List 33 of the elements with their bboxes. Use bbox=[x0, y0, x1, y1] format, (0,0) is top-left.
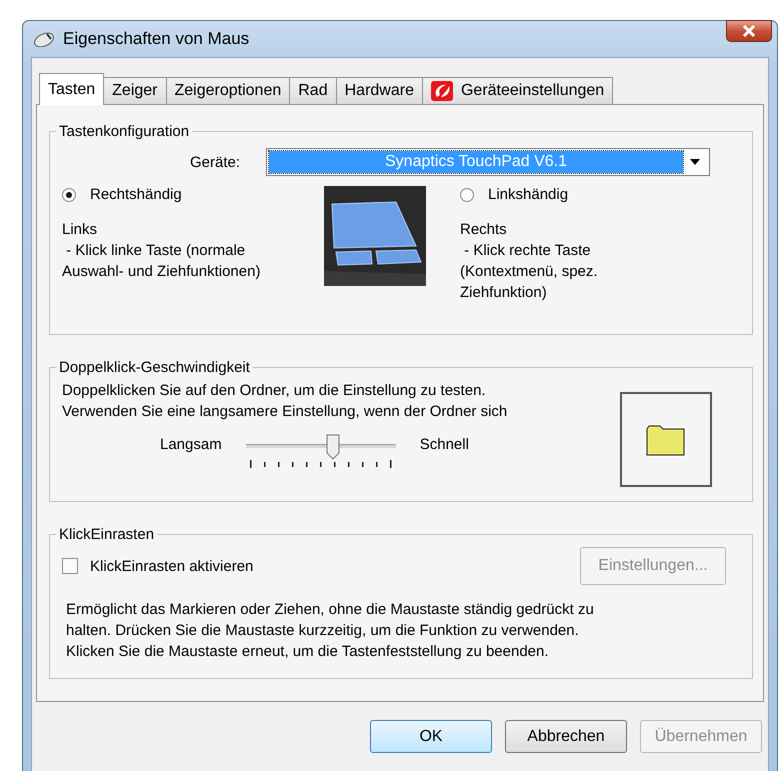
mouse-icon bbox=[33, 31, 55, 47]
window-title: Eigenschaften von Maus bbox=[63, 29, 250, 49]
radio-label: Linkshändig bbox=[488, 186, 568, 203]
radio-label: Rechtshändig bbox=[90, 186, 182, 203]
tab[interactable]: Geräteeinstellungen bbox=[422, 77, 614, 104]
dialog-button[interactable]: Abbrechen bbox=[505, 720, 627, 753]
close-button[interactable] bbox=[726, 20, 772, 42]
tab[interactable]: Zeiger bbox=[103, 77, 166, 104]
dialog-button[interactable]: OK bbox=[370, 720, 492, 753]
checkbox-label: KlickEinrasten aktivieren bbox=[90, 558, 254, 574]
swirl-icon bbox=[430, 81, 453, 101]
device-label: Geräte: bbox=[190, 154, 240, 170]
instruction-text: Doppelklicken Sie auf den Ordner, um die Einstellung zu testen. Verwenden Sie eine langsamere Einstellung, wenn der Ordner sich bbox=[62, 381, 508, 422]
group-title: Doppelklick-Geschwindigkeit bbox=[58, 359, 251, 376]
fast-label: Schnell bbox=[420, 436, 469, 453]
radio-button[interactable] bbox=[62, 188, 76, 202]
test-area[interactable] bbox=[620, 392, 712, 487]
click-lock-description: Ermöglicht das Markieren oder Ziehen, ohne die Maustaste ständig gedrückt zu halten. Drücken Sie die Maustaste kurzzeitig, um die Funktion zu verwenden. Klicken Sie die Maustaste erneut, um die Tastenfeststellung zu beenden. bbox=[65, 600, 595, 662]
button-description: Links - Klick linke Taste (normale Auswahl- und Ziehfunktionen) bbox=[62, 220, 262, 282]
slider-thumb[interactable] bbox=[326, 434, 340, 460]
folder-icon bbox=[646, 424, 686, 456]
checkbox[interactable] bbox=[62, 558, 78, 574]
tab[interactable]: Hardware bbox=[336, 77, 423, 104]
caret-icon bbox=[690, 159, 700, 165]
tab[interactable]: Rad bbox=[289, 77, 337, 104]
close-icon bbox=[742, 25, 756, 37]
tab[interactable]: Zeigeroptionen bbox=[166, 77, 290, 104]
slow-label: Langsam bbox=[160, 436, 222, 453]
group-title: KlickEinrasten bbox=[58, 526, 156, 543]
radio-button[interactable] bbox=[460, 188, 474, 202]
button-description: Rechts - Klick rechte Taste (Kontextmenü, spez. Ziehfunktion) bbox=[460, 220, 599, 303]
tab[interactable]: Tasten bbox=[39, 73, 104, 105]
group-title: Tastenkonfiguration bbox=[58, 123, 190, 140]
